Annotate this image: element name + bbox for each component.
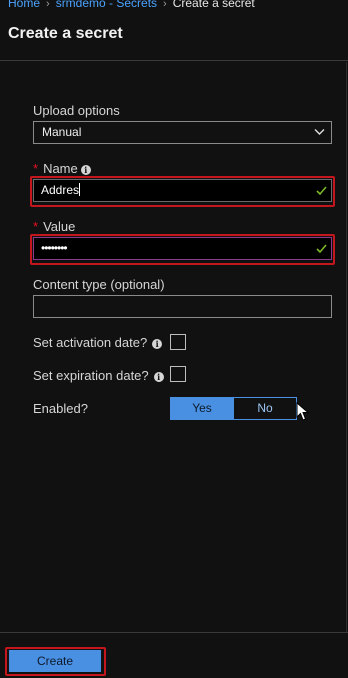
name-label-text: Name (43, 161, 78, 176)
expiration-date-label-text: Set expiration date? (33, 368, 149, 383)
breadcrumb-home[interactable]: Home (8, 0, 40, 10)
chevron-right-icon: › (163, 0, 167, 10)
required-star: * (33, 161, 39, 176)
create-button[interactable]: Create (9, 650, 101, 672)
content-type-input[interactable] (33, 295, 332, 318)
upload-options-dropdown[interactable]: Manual (33, 121, 332, 144)
mouse-pointer-icon (296, 402, 309, 421)
check-icon (316, 244, 327, 254)
value-label: * Value (33, 219, 75, 234)
panel-divider (346, 62, 347, 632)
chevron-down-icon (314, 129, 325, 135)
required-star: * (33, 219, 39, 234)
breadcrumb-secrets[interactable]: srmdemo - Secrets (56, 0, 157, 10)
activation-date-label: Set activation date? i (33, 335, 163, 350)
info-icon[interactable]: i (152, 339, 163, 349)
chevron-right-icon: › (46, 0, 50, 10)
name-input-value: Addres (41, 183, 80, 197)
enabled-toggle[interactable]: Yes No (170, 397, 297, 420)
enabled-label: Enabled? (33, 401, 88, 416)
breadcrumb-current: Create a secret (172, 0, 255, 10)
content-type-label: Content type (optional) (33, 277, 165, 292)
create-secret-panel: Home › srmdemo - Secrets › Create a secret C… (0, 0, 348, 678)
page-title: Create a secret (8, 25, 123, 42)
activation-date-checkbox[interactable] (170, 334, 186, 350)
value-input[interactable]: •••••••• (33, 237, 332, 260)
enabled-no-option[interactable]: No (233, 398, 296, 419)
breadcrumb: Home › srmdemo - Secrets › Create a secret (8, 0, 255, 11)
title-divider (0, 60, 348, 61)
name-input[interactable]: Addres (33, 179, 332, 202)
upload-options-value: Manual (42, 125, 82, 139)
text-caret (79, 183, 81, 196)
footer-divider (0, 632, 348, 633)
check-icon (316, 186, 327, 196)
value-label-text: Value (43, 219, 76, 234)
info-icon[interactable]: i (153, 372, 164, 382)
info-icon[interactable]: i (80, 165, 91, 175)
upload-options-label: Upload options (33, 103, 120, 118)
value-input-masked: •••••••• (41, 241, 68, 255)
name-label: * Name i (33, 161, 91, 176)
expiration-date-label: Set expiration date? i (33, 368, 164, 383)
enabled-yes-option[interactable]: Yes (171, 398, 233, 419)
expiration-date-checkbox[interactable] (170, 366, 186, 382)
activation-date-label-text: Set activation date? (33, 335, 148, 350)
